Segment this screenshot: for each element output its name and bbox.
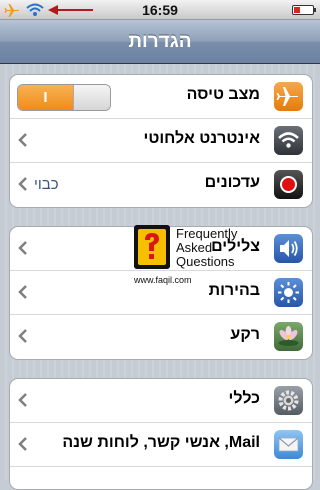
wallpaper-label: רקע <box>230 326 260 343</box>
chevron-icon <box>18 437 27 451</box>
row-mail[interactable]: Mail, אנשי קשר, לוחות שנה <box>10 423 312 467</box>
navigation-bar: הגדרות <box>0 20 320 64</box>
question-mark-logo <box>134 225 170 269</box>
watermark-url: www.faqil.com <box>134 275 192 285</box>
battery-icon <box>292 5 316 15</box>
watermark-line-1: Frequently <box>176 226 238 241</box>
mail-label: Mail, אנשי קשר, לוחות שנה <box>62 434 260 451</box>
wifi-icon <box>274 126 303 155</box>
airplane-mode-toggle[interactable]: I <box>17 84 111 111</box>
row-partial[interactable] <box>10 467 312 489</box>
mail-icon <box>274 430 303 459</box>
watermark-text: Frequently Asked Questions <box>176 227 237 269</box>
chevron-icon <box>18 177 27 191</box>
status-time: 16:59 <box>142 2 178 18</box>
row-general[interactable]: כללי <box>10 379 312 423</box>
chevron-icon <box>18 329 27 343</box>
chevron-icon <box>18 241 27 255</box>
chevron-icon <box>18 133 27 147</box>
flower-icon <box>274 322 303 351</box>
watermark-line-2: Asked <box>176 240 213 255</box>
row-wifi[interactable]: אינטרנט אלחוטי <box>10 119 312 163</box>
chevron-icon <box>18 285 27 299</box>
gear-icon <box>274 386 303 415</box>
watermark-line-3: Questions <box>176 254 235 269</box>
settings-group-general: כללי Mail, אנשי קשר, לוחות שנה <box>9 378 313 490</box>
row-airplane-mode: מצב טיסה I <box>10 75 312 119</box>
settings-group-connectivity: מצב טיסה I אינטרנט אלחוטי עדכונים כבוי <box>9 74 313 208</box>
speaker-icon <box>274 234 303 263</box>
chevron-icon <box>18 393 27 407</box>
sun-icon <box>274 278 303 307</box>
toggle-knob[interactable] <box>73 85 110 110</box>
airplane-icon <box>274 82 303 111</box>
general-label: כללי <box>228 390 261 407</box>
notifications-value: כבוי <box>34 176 59 193</box>
page-title: הגדרות <box>128 31 192 52</box>
wifi-label: אינטרנט אלחוטי <box>143 130 260 147</box>
row-notifications[interactable]: עדכונים כבוי <box>10 163 312 207</box>
toggle-on-label: I <box>18 85 73 110</box>
airplane-mode-label: מצב טיסה <box>186 86 260 103</box>
row-wallpaper[interactable]: רקע <box>10 315 312 359</box>
notifications-label: עדכונים <box>204 174 260 191</box>
faq-watermark: Frequently Asked Questions www.faqil.com <box>134 225 238 295</box>
status-bar: 16:59 <box>0 0 320 20</box>
record-icon <box>274 170 303 199</box>
